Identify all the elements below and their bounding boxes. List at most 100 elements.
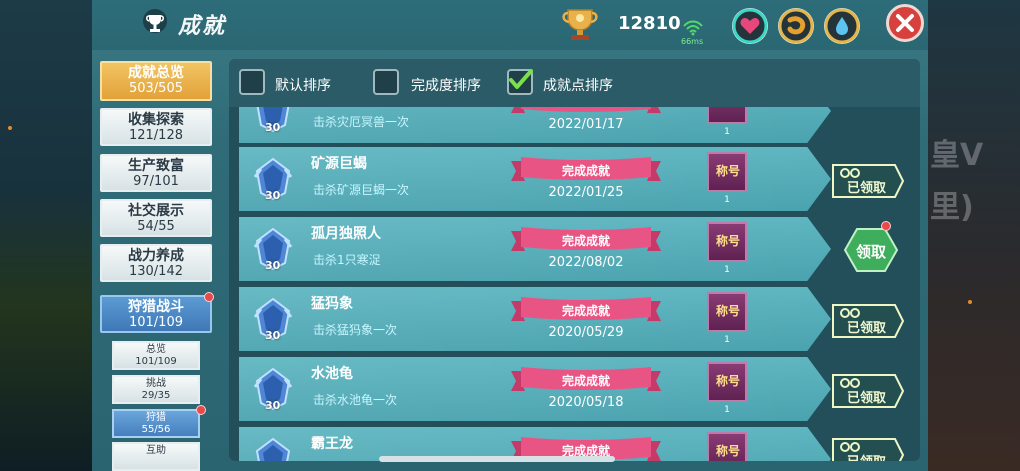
reward-label: 称号 — [715, 234, 740, 248]
achievement-date: 2020/05/29 — [548, 325, 624, 340]
notification-dot — [204, 292, 214, 302]
achievement-name: 水池龟 — [311, 366, 353, 382]
reward-count: 1 — [724, 265, 730, 275]
achievement-points: 30 — [265, 121, 281, 134]
subnav-challenge[interactable]: 挑战 29/35 — [112, 375, 200, 404]
achievement-score: 12810 — [618, 13, 681, 34]
sort-default-label: 默认排序 — [275, 78, 331, 94]
achievement-name: 霸王龙 — [311, 436, 353, 452]
reward-count: 1 — [724, 195, 730, 205]
subnav-count: 29/35 — [141, 390, 171, 401]
backdrop-light — [968, 300, 972, 304]
nav-count: 97/101 — [133, 174, 179, 189]
horizontal-scrollbar[interactable] — [379, 456, 615, 462]
subnav-overview[interactable]: 总览 101/109 — [112, 341, 200, 370]
achievement-points: 30 — [265, 399, 281, 412]
backdrop-right: 皇V 里) — [928, 0, 1020, 471]
close-icon — [896, 14, 914, 32]
nav-production[interactable]: 生产致富 97/101 — [100, 154, 212, 192]
completed-ribbon — [511, 107, 661, 113]
nav-count: 130/142 — [128, 264, 183, 279]
achievement-desc: 击杀矿源巨蝎一次 — [313, 183, 410, 197]
backdrop-left — [0, 0, 92, 471]
achievement-desc: 击杀1只寒浞 — [313, 253, 381, 267]
claimed-label: 已领取 — [847, 321, 887, 336]
nav-label: 战力养成 — [128, 248, 184, 264]
subnav-hunting[interactable]: 狩猎 55/56 — [112, 409, 200, 438]
nav-count: 121/128 — [128, 128, 183, 143]
claim-button[interactable]: 领取 — [843, 227, 899, 273]
claimed-label: 已领取 — [847, 451, 886, 461]
sort-default-checkbox[interactable] — [239, 69, 265, 95]
sort-completion-checkbox[interactable] — [373, 69, 399, 95]
nav-label: 狩猎战斗 — [128, 299, 184, 315]
notification-dot — [196, 405, 206, 415]
sort-bar: 默认排序 完成度排序 成就点排序 — [229, 59, 920, 107]
backdrop-text: 皇V — [930, 138, 984, 173]
achievement-points: 30 — [265, 259, 281, 272]
reward-count: 1 — [724, 335, 730, 345]
nav-hunting-combat[interactable]: 狩猎战斗 101/109 — [100, 295, 212, 333]
nav-social[interactable]: 社交展示 54/55 — [100, 199, 212, 237]
subnav-count: 101/109 — [135, 356, 177, 367]
reward-label: 称号 — [715, 374, 740, 388]
nav-power[interactable]: 战力养成 130/142 — [100, 244, 212, 282]
claimed-label: 已领取 — [847, 391, 887, 406]
stomach-status-button[interactable] — [778, 8, 814, 44]
ribbon-label: 完成成就 — [561, 304, 610, 318]
checkmark-icon — [509, 69, 533, 89]
nav-count: 101/109 — [128, 315, 183, 330]
achievement-date: 2022/08/02 — [548, 255, 624, 270]
achievement-date: 2022/01/25 — [548, 185, 624, 200]
claim-button-label: 领取 — [855, 243, 886, 261]
achievement-desc: 击杀灾厄冥兽一次 — [313, 115, 410, 129]
sort-points-checkbox[interactable] — [507, 69, 533, 95]
achievement-desc: 击杀水池龟一次 — [313, 393, 398, 407]
claimed-stamp: 已领取 — [827, 369, 907, 413]
subnav-label: 狩猎 — [146, 412, 166, 423]
backdrop-light — [8, 126, 12, 130]
nav-label: 成就总览 — [128, 65, 184, 81]
achievement-medal-icon — [255, 437, 291, 461]
ribbon-label: 完成成就 — [561, 234, 610, 248]
reward-count: 1 — [724, 405, 730, 415]
heart-icon — [732, 8, 768, 44]
achievement-row: 30 水池龟 击杀水池龟一次 完成成就 2020/05/18 称号 1 — [239, 357, 831, 421]
water-drop-icon — [824, 8, 860, 44]
notification-dot — [881, 221, 891, 231]
ping-label: 66ms — [681, 37, 704, 46]
reward-count: 1 — [724, 127, 730, 137]
nav-count: 503/505 — [128, 81, 183, 96]
achievement-row: 30 击杀灾厄冥兽一次 2022/01/17 1 — [239, 107, 831, 143]
achievement-points-trophy-icon — [562, 9, 598, 40]
close-button[interactable] — [886, 4, 924, 42]
achievement-row: 30 孤月独照人 击杀1只寒浞 完成成就 2022/08/02 称号 1 — [239, 217, 831, 281]
nav-collect-explore[interactable]: 收集探索 121/128 — [100, 108, 212, 146]
subnav-label: 挑战 — [146, 378, 166, 389]
page-title: 成就 — [178, 14, 227, 39]
achievement-points: 30 — [265, 189, 281, 202]
achievement-rows[interactable]: 30 击杀灾厄冥兽一次 2022/01/17 1 30 矿源巨蝎 击杀矿源巨蝎一… — [229, 107, 920, 461]
reward-label: 称号 — [715, 164, 740, 178]
achievement-date: 2020/05/18 — [548, 395, 624, 410]
achievement-row: 30 矿源巨蝎 击杀矿源巨蝎一次 完成成就 2022/01/25 称号 1 — [239, 147, 831, 211]
achievement-date: 2022/01/17 — [548, 117, 624, 132]
claimed-stamp: 已领取 — [827, 433, 907, 461]
health-status-button[interactable] — [732, 8, 768, 44]
ribbon-label: 完成成就 — [561, 164, 610, 178]
water-status-button[interactable] — [824, 8, 860, 44]
reward-title-badge — [707, 107, 747, 124]
reward-label: 称号 — [715, 304, 740, 318]
nav-count: 54/55 — [137, 219, 175, 234]
achievement-points: 30 — [265, 329, 281, 342]
achievement-name: 孤月独照人 — [311, 226, 381, 242]
nav-label: 社交展示 — [128, 203, 184, 219]
nav-label: 生产致富 — [128, 158, 184, 174]
wifi-signal-icon — [683, 20, 703, 36]
subnav-label: 总览 — [146, 344, 166, 355]
nav-overview[interactable]: 成就总览 503/505 — [100, 61, 212, 101]
achievement-panel: 成就 12810 66ms 成就总览 503/505 收集探索 121/128 … — [92, 0, 928, 471]
achievement-desc: 击杀猛犸象一次 — [313, 323, 398, 337]
subnav-mutual-help[interactable]: 互助 — [112, 442, 200, 471]
trophy-icon — [143, 9, 167, 33]
